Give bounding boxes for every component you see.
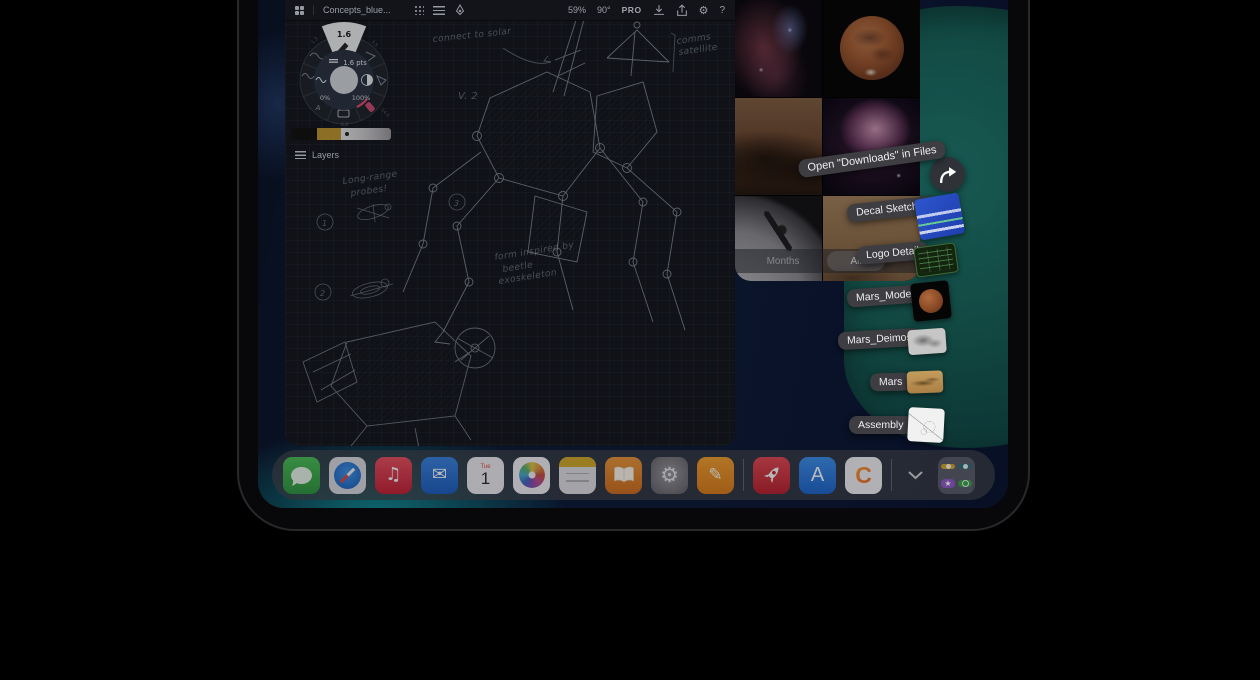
- drag-thumb-decal-sketches[interactable]: [914, 192, 965, 240]
- drag-thumb-assembly[interactable]: [907, 407, 945, 443]
- drag-layer: Open "Downloads" in Files Decal Sketches…: [258, 0, 1008, 508]
- stage: connect to solar comms satellite V. 2 Lo…: [0, 0, 1260, 680]
- drop-hint-open-downloads[interactable]: Open "Downloads" in Files: [797, 140, 946, 178]
- drag-thumb-logo-detail[interactable]: [913, 242, 959, 278]
- drop-forward-button[interactable]: [930, 157, 965, 192]
- drag-thumb-mars-deimos[interactable]: [907, 328, 947, 356]
- drag-label-mars[interactable]: Mars: [870, 373, 912, 392]
- drag-thumb-mars-model[interactable]: [910, 280, 952, 322]
- drag-label-assembly[interactable]: Assembly: [849, 416, 913, 434]
- ipad-screen: connect to solar comms satellite V. 2 Lo…: [258, 0, 1008, 508]
- forward-arrow-icon: [938, 167, 957, 183]
- drag-thumb-mars[interactable]: [907, 370, 944, 393]
